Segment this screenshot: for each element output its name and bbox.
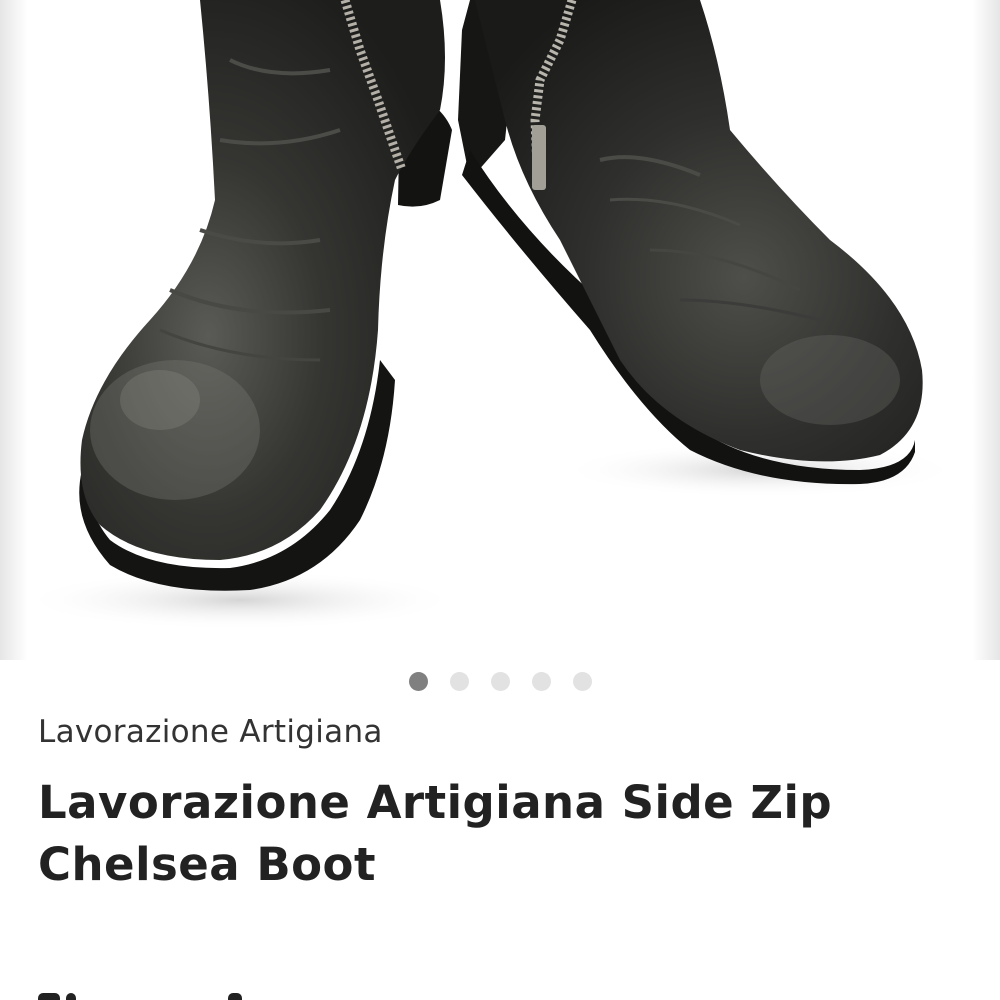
product-image[interactable] [0, 0, 1000, 660]
cutoff-glyph [66, 993, 76, 1000]
carousel-pagination [0, 670, 1000, 692]
right-boot [458, 0, 923, 485]
carousel-dot-4[interactable] [531, 671, 551, 691]
cutoff-glyph [38, 993, 60, 1000]
product-title: Lavorazione Artigiana Side Zip Chelsea B… [38, 776, 833, 891]
product-image-carousel[interactable] [0, 0, 1000, 660]
carousel-dot-5[interactable] [572, 671, 592, 691]
carousel-dot-3[interactable] [490, 671, 510, 691]
carousel-dot-1[interactable] [408, 671, 428, 691]
price-partial-cutoff [38, 984, 298, 1000]
cutoff-glyph [228, 993, 242, 1000]
left-boot [79, 0, 452, 591]
right-zipper-pull [532, 125, 546, 190]
product-brand[interactable]: Lavorazione Artigiana [38, 714, 383, 750]
carousel-dot-2[interactable] [449, 671, 469, 691]
